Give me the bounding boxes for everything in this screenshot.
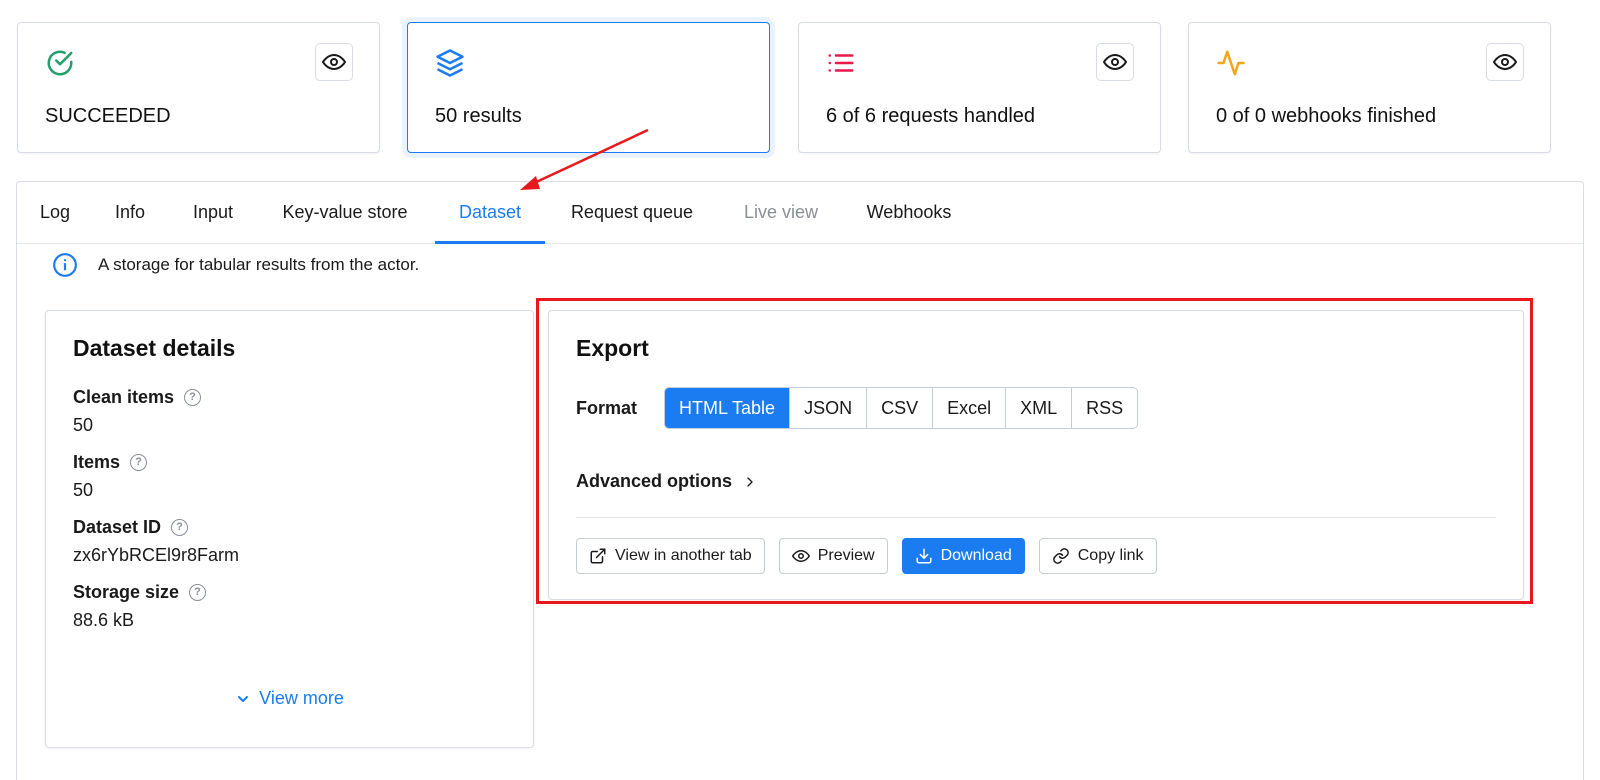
tab-dataset[interactable]: Dataset [435, 182, 545, 244]
eye-icon [1493, 53, 1517, 71]
chevron-right-icon [747, 476, 753, 487]
detail-label: Dataset ID [73, 517, 162, 537]
detail-value: 88.6 kB [73, 610, 135, 630]
export-card: Export Format HTML Table JSON CSV Excel … [548, 310, 1524, 600]
view-in-another-tab-button[interactable]: View in another tab [576, 538, 765, 574]
stat-card-status: SUCCEEDED [17, 22, 380, 153]
tab-info[interactable]: Info [103, 182, 157, 244]
stat-card-webhooks: 0 of 0 webhooks finished [1188, 22, 1551, 153]
view-more-link[interactable]: View more [46, 688, 533, 709]
info-banner: A storage for tabular results from the a… [52, 252, 419, 278]
format-html-table[interactable]: HTML Table [665, 388, 791, 428]
dataset-details-title: Dataset details [73, 335, 236, 361]
copy-link-button[interactable]: Copy link [1038, 538, 1157, 574]
format-rss[interactable]: RSS [1072, 388, 1138, 428]
detail-label: Storage size [73, 582, 180, 602]
stat-text: 50 results [435, 105, 522, 127]
help-icon[interactable]: ? [171, 519, 189, 536]
help-icon[interactable]: ? [130, 454, 148, 471]
detail-storage-size: Storage size? 88.6 kB [73, 582, 207, 631]
card-eye-button[interactable] [315, 43, 353, 81]
button-label: Preview [817, 547, 875, 564]
format-json[interactable]: JSON [790, 388, 868, 428]
stat-text: 6 of 6 requests handled [826, 105, 1036, 127]
info-icon [53, 253, 77, 277]
check-circle-icon [45, 48, 75, 78]
stat-text: SUCCEEDED [45, 105, 171, 127]
divider [576, 517, 1496, 518]
tab-log[interactable]: Log [23, 182, 87, 244]
detail-items: Items? 50 [73, 452, 148, 501]
detail-value: 50 [73, 480, 94, 500]
chevron-down-icon [238, 695, 249, 702]
link-icon [1052, 548, 1069, 564]
card-eye-button[interactable] [1096, 43, 1134, 81]
advanced-options-toggle[interactable]: Advanced options [576, 471, 758, 492]
activity-icon [1216, 48, 1246, 78]
export-title: Export [576, 335, 649, 361]
tab-bar: Log Info Input Key-value store Dataset R… [17, 182, 1583, 244]
format-xml[interactable]: XML [1006, 388, 1073, 428]
detail-label: Clean items [73, 387, 175, 407]
button-label: View in another tab [615, 547, 752, 564]
download-icon [916, 548, 932, 564]
view-more-label: View more [259, 688, 344, 708]
tab-webhooks[interactable]: Webhooks [853, 182, 965, 244]
button-label: Download [940, 547, 1012, 564]
stat-text: 0 of 0 webhooks finished [1216, 105, 1437, 127]
tab-input[interactable]: Input [175, 182, 251, 244]
stat-card-requests: 6 of 6 requests handled [798, 22, 1161, 153]
help-icon[interactable]: ? [189, 584, 207, 601]
tab-request-queue[interactable]: Request queue [557, 182, 707, 244]
run-detail-panel: Log Info Input Key-value store Dataset R… [16, 181, 1584, 780]
external-link-icon [590, 548, 606, 564]
eye-icon [791, 549, 810, 563]
stat-card-results[interactable]: 50 results [407, 22, 770, 153]
format-selector: HTML Table JSON CSV Excel XML RSS [664, 387, 1139, 429]
format-label: Format [576, 397, 638, 418]
advanced-options-label: Advanced options [576, 471, 733, 491]
download-button[interactable]: Download [901, 538, 1025, 574]
tab-live-view: Live view [743, 202, 819, 222]
eye-icon [322, 53, 346, 71]
preview-button[interactable]: Preview [778, 538, 888, 574]
format-excel[interactable]: Excel [933, 388, 1007, 428]
detail-dataset-id: Dataset ID? zx6rYbRCEl9r8Farm [73, 517, 239, 566]
layers-icon [435, 48, 465, 78]
eye-icon [1103, 53, 1127, 71]
format-csv[interactable]: CSV [867, 388, 934, 428]
dataset-details-card: Dataset details Clean items? 50 Items? 5… [45, 310, 534, 748]
help-icon[interactable]: ? [184, 389, 202, 406]
format-row: Format HTML Table JSON CSV Excel XML RSS [576, 387, 1139, 429]
export-actions: View in another tab Preview Download Cop… [576, 538, 1157, 574]
detail-value[interactable]: zx6rYbRCEl9r8Farm [73, 545, 239, 566]
tab-key-value-store[interactable]: Key-value store [267, 182, 423, 244]
detail-value: 50 [73, 415, 94, 435]
info-text: A storage for tabular results from the a… [98, 255, 420, 274]
card-eye-button[interactable] [1486, 43, 1524, 81]
detail-clean-items: Clean items? 50 [73, 387, 202, 436]
list-icon [826, 48, 856, 78]
button-label: Copy link [1077, 547, 1144, 564]
detail-label: Items [73, 452, 121, 472]
